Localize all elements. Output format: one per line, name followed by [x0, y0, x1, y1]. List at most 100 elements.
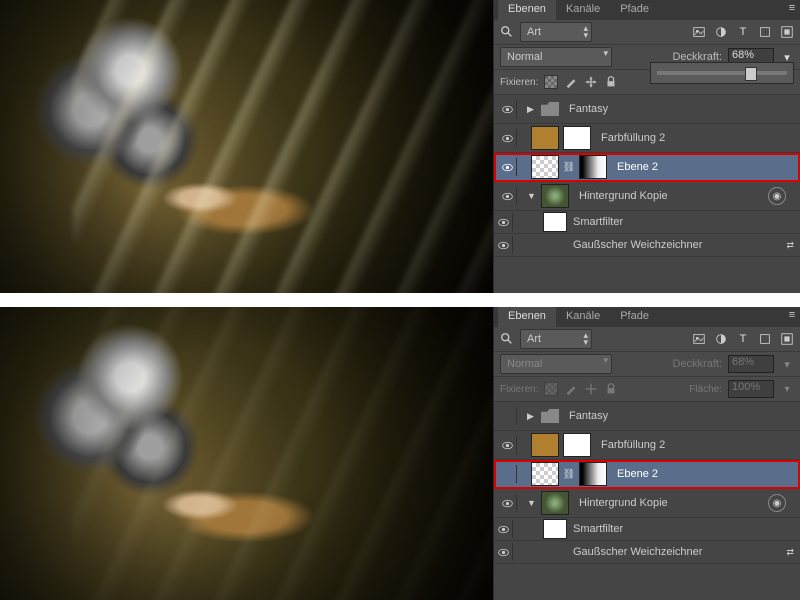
visibility-toggle[interactable]	[498, 100, 517, 118]
layer-thumbnail[interactable]	[531, 155, 559, 179]
filter-shape-icon[interactable]	[758, 25, 772, 39]
filter-type-icon[interactable]: T	[736, 25, 750, 39]
disclosure-triangle-icon[interactable]: ▶	[527, 411, 537, 422]
layer-row-group[interactable]: ▶ Fantasy	[494, 95, 800, 124]
blend-mode-select[interactable]: Normal ▾	[500, 47, 612, 67]
layer-thumbnail[interactable]	[541, 184, 569, 208]
visibility-toggle[interactable]	[498, 494, 517, 512]
layer-thumbnail[interactable]	[541, 491, 569, 515]
visibility-toggle[interactable]	[494, 543, 513, 561]
filter-smart-icon[interactable]	[780, 25, 794, 39]
layer-thumbnail[interactable]	[531, 126, 559, 150]
layer-name[interactable]: Ebene 2	[617, 161, 658, 173]
visibility-toggle[interactable]	[494, 520, 513, 538]
visibility-toggle[interactable]	[498, 158, 517, 176]
opacity-field: 68%	[728, 355, 774, 373]
layer-row-group[interactable]: ▶ Fantasy	[494, 402, 800, 431]
disclosure-triangle-icon[interactable]: ▼	[527, 498, 537, 508]
filter-pixel-icon[interactable]	[692, 332, 706, 346]
tab-channels[interactable]: Kanäle	[556, 0, 610, 20]
filter-row-gauss[interactable]: Gaußscher Weichzeichner ⇄	[494, 234, 800, 257]
tab-paths[interactable]: Pfade	[610, 0, 659, 20]
layer-row-bgcopy[interactable]: ▼ Hintergrund Kopie ◉	[494, 182, 800, 211]
filter-adjust-icon[interactable]	[714, 332, 728, 346]
panel-menu-icon[interactable]: ≡	[784, 0, 800, 20]
filter-type-select[interactable]: Art ▴▾	[520, 329, 592, 349]
layer-row-selected[interactable]: ⛓ Ebene 2	[494, 460, 800, 489]
filter-type-select[interactable]: Art ▴▾	[520, 22, 592, 42]
mask-thumbnail[interactable]	[579, 155, 607, 179]
link-icon[interactable]: ⛓	[563, 464, 575, 484]
filter-blend-options-icon[interactable]: ⇄	[786, 547, 794, 558]
panel-menu-icon[interactable]: ≡	[784, 307, 800, 327]
visibility-toggle[interactable]	[494, 213, 513, 231]
chevron-down-icon: ▾	[603, 50, 608, 57]
filter-row-gauss[interactable]: Gaußscher Weichzeichner ⇄	[494, 541, 800, 564]
filter-smart-icon[interactable]	[780, 332, 794, 346]
layer-name[interactable]: Fantasy	[569, 410, 608, 422]
visibility-toggle[interactable]	[498, 407, 517, 425]
mask-thumbnail[interactable]	[563, 126, 591, 150]
search-icon	[500, 332, 514, 346]
layer-name[interactable]: Farbfüllung 2	[601, 439, 665, 451]
blend-mode-select: Normal ▾	[500, 354, 612, 374]
filter-blend-options-icon[interactable]: ⇄	[786, 240, 794, 251]
layer-row-selected[interactable]: ⛓ Ebene 2	[494, 153, 800, 182]
vignette	[0, 307, 493, 600]
filter-name[interactable]: Gaußscher Weichzeichner	[573, 239, 702, 251]
tab-layers[interactable]: Ebenen	[498, 0, 556, 20]
lock-position-icon[interactable]	[584, 75, 598, 89]
filter-pixel-icon[interactable]	[692, 25, 706, 39]
layer-name[interactable]: Hintergrund Kopie	[579, 190, 668, 202]
filter-mask-thumbnail[interactable]	[543, 212, 567, 232]
lock-label: Fixieren:	[500, 77, 538, 88]
layer-name[interactable]: Ebene 2	[617, 468, 658, 480]
mask-thumbnail[interactable]	[579, 462, 607, 486]
lock-all-icon[interactable]	[604, 75, 618, 89]
disclosure-triangle-icon[interactable]: ▼	[527, 191, 537, 201]
visibility-toggle[interactable]	[498, 187, 517, 205]
chevron-updown-icon: ▴▾	[583, 332, 588, 346]
filter-adjust-icon[interactable]	[714, 25, 728, 39]
layers-panel-top: Ebenen Kanäle Pfade ≡ Art ▴▾ T Normal	[493, 0, 800, 293]
fill-label: Fläche:	[689, 384, 722, 395]
chevron-updown-icon: ▴▾	[583, 25, 588, 39]
lock-pixels-icon[interactable]	[564, 75, 578, 89]
disclosure-triangle-icon[interactable]: ▶	[527, 104, 537, 115]
lock-row: Fixieren: Fläche: 100% ▾	[494, 377, 800, 402]
lock-transparent-icon[interactable]	[544, 75, 558, 89]
filter-shape-icon[interactable]	[758, 332, 772, 346]
layer-thumbnail[interactable]	[531, 462, 559, 486]
layer-name[interactable]: Hintergrund Kopie	[579, 497, 668, 509]
visibility-toggle[interactable]	[498, 129, 517, 147]
smartfilter-label: Smartfilter	[573, 523, 623, 535]
layer-row-fill[interactable]: Farbfüllung 2	[494, 431, 800, 460]
mask-thumbnail[interactable]	[563, 433, 591, 457]
visibility-toggle[interactable]	[498, 465, 517, 483]
tab-layers[interactable]: Ebenen	[498, 307, 556, 327]
smartfilter-row[interactable]: Smartfilter	[494, 518, 800, 541]
layer-name[interactable]: Fantasy	[569, 103, 608, 115]
layer-row-bgcopy[interactable]: ▼ Hintergrund Kopie ◉	[494, 489, 800, 518]
link-icon[interactable]: ⛓	[563, 157, 575, 177]
filter-mask-thumbnail[interactable]	[543, 519, 567, 539]
lock-all-icon	[604, 382, 618, 396]
visibility-toggle[interactable]	[498, 436, 517, 454]
smartfilter-row[interactable]: Smartfilter	[494, 211, 800, 234]
filter-type-icon[interactable]: T	[736, 332, 750, 346]
slider-thumb[interactable]	[745, 67, 757, 81]
comparison-bottom: Ebenen Kanäle Pfade ≡ Art ▴▾ T Normal ▾	[0, 307, 800, 600]
opacity-slider-popup[interactable]	[650, 62, 794, 84]
smart-object-icon: ◉	[768, 494, 786, 512]
slider-track[interactable]	[657, 71, 787, 75]
layer-row-fill[interactable]: Farbfüllung 2	[494, 124, 800, 153]
filter-name[interactable]: Gaußscher Weichzeichner	[573, 546, 702, 558]
lock-pixels-icon	[564, 382, 578, 396]
tab-paths[interactable]: Pfade	[610, 307, 659, 327]
layer-name[interactable]: Farbfüllung 2	[601, 132, 665, 144]
layer-thumbnail[interactable]	[531, 433, 559, 457]
comparison-top: Ebenen Kanäle Pfade ≡ Art ▴▾ T Normal	[0, 0, 800, 293]
visibility-toggle[interactable]	[494, 236, 513, 254]
tab-channels[interactable]: Kanäle	[556, 307, 610, 327]
search-icon	[500, 25, 514, 39]
